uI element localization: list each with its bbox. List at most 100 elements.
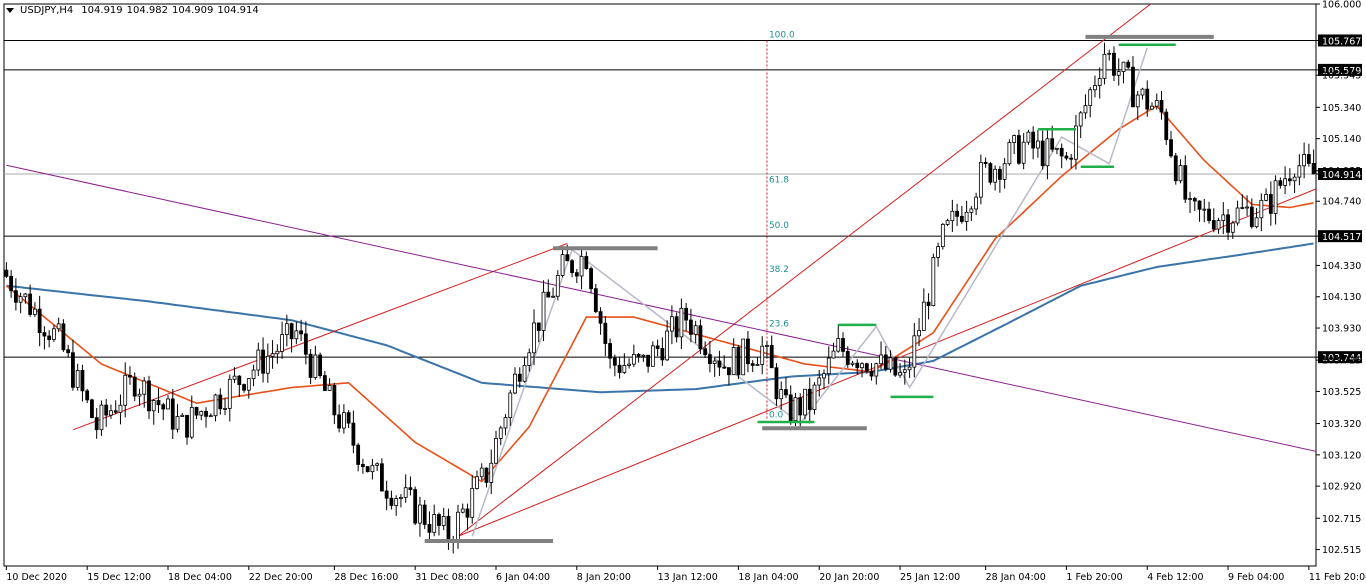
- x-tick-label: 8 Jan 20:00: [577, 572, 631, 583]
- candle-body: [1055, 147, 1059, 150]
- candle-body: [708, 354, 712, 364]
- x-tick-label: 22 Dec 20:00: [249, 572, 313, 583]
- candle-body: [1007, 142, 1012, 165]
- candle-body: [874, 363, 879, 377]
- candle-body: [741, 338, 746, 376]
- candle-body: [1154, 100, 1159, 107]
- candle-body: [1050, 138, 1055, 150]
- candle-body: [299, 330, 304, 335]
- candle-body: [945, 220, 950, 225]
- fib-level-label: 38.2: [769, 265, 789, 275]
- price-chart[interactable]: 100.0 61.8 50.0 38.2 23.6 0.0 106.000 105.767 1…: [0, 0, 1366, 588]
- candle-body: [384, 490, 389, 499]
- candle-body: [1164, 111, 1169, 141]
- candle-body: [727, 367, 731, 376]
- candle-body: [921, 301, 926, 331]
- candle-body: [332, 385, 337, 416]
- candle-body: [978, 161, 983, 198]
- candle-body: [1202, 208, 1207, 211]
- candle-body: [997, 168, 1002, 180]
- candle-body: [52, 328, 56, 340]
- candle-body: [660, 348, 665, 361]
- candle-body: [494, 437, 498, 464]
- candle-body: [940, 223, 945, 247]
- candle-body: [1221, 214, 1226, 221]
- candle-body: [1249, 206, 1254, 228]
- candle-body: [370, 464, 375, 473]
- candle-body: [270, 353, 275, 357]
- candle-body: [1107, 52, 1112, 55]
- candle-body: [1192, 198, 1197, 202]
- candle-body: [265, 355, 270, 374]
- candle-body: [841, 338, 845, 352]
- candle-body: [1083, 105, 1088, 114]
- candle-body: [318, 354, 323, 376]
- candle-body: [565, 254, 570, 262]
- candle-body: [294, 330, 299, 340]
- candle-body: [1016, 135, 1021, 164]
- candle-body: [28, 293, 33, 315]
- candle-body: [465, 508, 470, 518]
- fib-level-label: 61.8: [769, 176, 789, 186]
- candle-body: [1283, 178, 1288, 186]
- candle-body: [1240, 207, 1245, 209]
- candle-body: [593, 288, 598, 313]
- candle-body: [1131, 66, 1135, 108]
- candle-body: [341, 412, 346, 429]
- candle-body: [517, 373, 522, 382]
- candle-body: [1311, 163, 1316, 175]
- candle-body: [1302, 154, 1307, 167]
- candle-body: [498, 427, 503, 439]
- candle-body: [1226, 214, 1230, 233]
- candle-body: [807, 388, 812, 410]
- trendline-layer: 100.0 61.8 50.0 38.2 23.6 0.0: [6, 4, 1316, 537]
- candle-body: [147, 380, 151, 412]
- candle-body: [118, 404, 123, 413]
- candle-body: [284, 323, 289, 335]
- candle-body: [223, 407, 227, 410]
- candle-body: [950, 210, 955, 222]
- candle-body: [788, 394, 793, 422]
- candle-body: [959, 215, 964, 222]
- candle-body: [888, 357, 893, 370]
- x-tick-label: 4 Feb 12:00: [1147, 572, 1203, 583]
- candle-body: [860, 363, 864, 369]
- candle-body: [1150, 105, 1154, 110]
- candle-body: [508, 392, 513, 419]
- candle-body: [280, 334, 284, 352]
- x-tick-label: 9 Feb 04:00: [1228, 572, 1284, 583]
- candle-body: [765, 345, 769, 347]
- candle-body: [90, 399, 94, 419]
- candle-body: [389, 497, 394, 506]
- candle-body: [4, 269, 9, 277]
- candle-body: [669, 316, 674, 332]
- x-tick-label: 18 Jan 04:00: [738, 572, 798, 583]
- candle-body: [1116, 71, 1121, 76]
- candle-body: [47, 335, 52, 340]
- candle-body: [1121, 61, 1126, 72]
- candle-body: [256, 349, 261, 371]
- y-tick-label: 103.120: [1322, 450, 1361, 461]
- candle-body: [1040, 140, 1045, 167]
- candle-body: [584, 256, 589, 270]
- candle-body: [356, 444, 361, 465]
- candle-body: [503, 417, 508, 429]
- candle-body: [213, 394, 218, 417]
- candle-body: [446, 516, 451, 543]
- candle-body: [456, 511, 460, 542]
- candle-body: [879, 354, 883, 365]
- candle-body: [109, 410, 113, 416]
- candle-body: [479, 467, 484, 478]
- candle-body: [251, 369, 256, 380]
- candle-body: [1211, 220, 1216, 230]
- moving-average-layer: [5, 104, 1314, 483]
- fib-level-label: 23.6: [769, 320, 789, 330]
- y-tick-label: 102.715: [1322, 514, 1361, 525]
- candle-body: [104, 404, 109, 416]
- candle-body: [1069, 157, 1074, 160]
- candle-body: [132, 376, 137, 397]
- candle-body: [1173, 155, 1178, 182]
- candle-body: [1216, 220, 1221, 230]
- candle-body: [75, 369, 80, 388]
- candle-body: [513, 373, 517, 394]
